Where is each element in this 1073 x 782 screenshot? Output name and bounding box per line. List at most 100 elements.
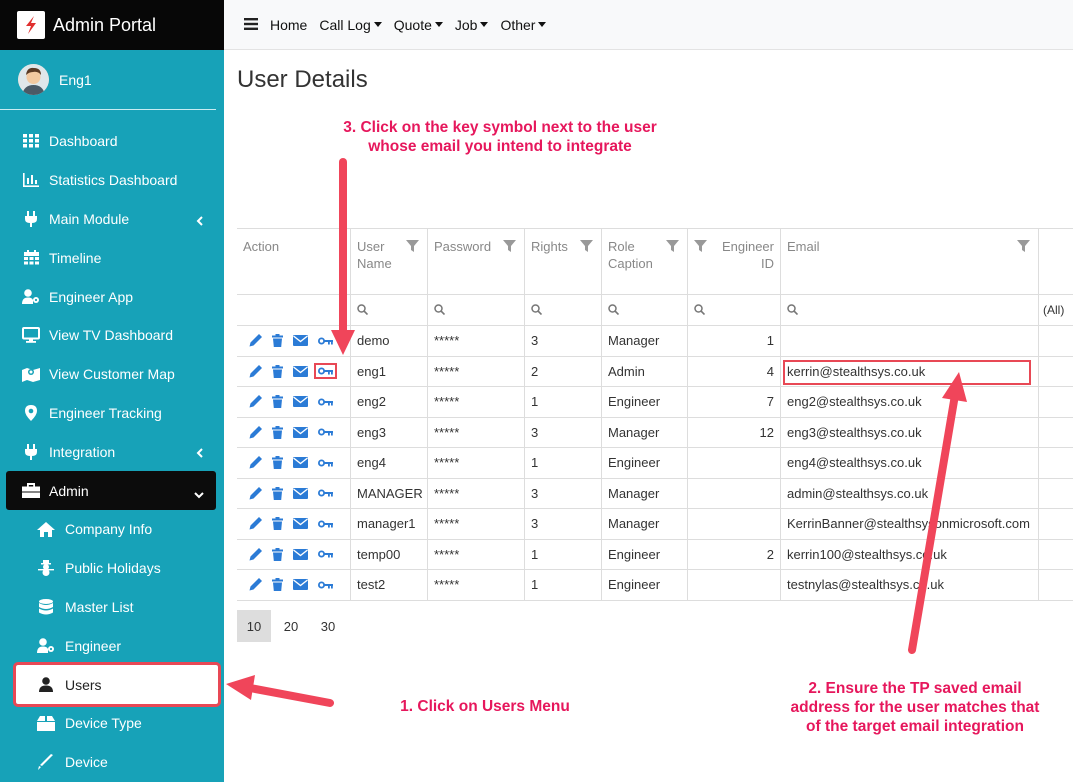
filter-email[interactable] — [781, 295, 1039, 325]
email-icon[interactable] — [293, 396, 308, 408]
email-icon[interactable] — [293, 335, 308, 347]
key-icon[interactable] — [318, 489, 333, 497]
nav-call-log[interactable]: Call Log — [319, 17, 382, 33]
delete-icon[interactable] — [272, 456, 283, 470]
key-icon[interactable] — [314, 363, 337, 380]
table-row[interactable]: manager1 ***** 3 Manager KerrinBanner@st… — [237, 509, 1073, 540]
header-engineer-id[interactable]: Engineer ID — [688, 229, 781, 294]
header-role-caption[interactable]: Role Caption — [602, 229, 688, 294]
sidebar-item-engineer[interactable]: Engineer — [0, 626, 224, 665]
filter-icon[interactable] — [1017, 239, 1030, 256]
edit-icon[interactable] — [249, 364, 262, 378]
key-icon[interactable] — [318, 581, 333, 589]
sidebar-item-engineer-tracking[interactable]: Engineer Tracking — [0, 394, 224, 433]
header-action: Action — [237, 229, 351, 294]
sidebar-item-view-customer-map[interactable]: View Customer Map — [0, 355, 224, 394]
header-password[interactable]: Password — [428, 229, 525, 294]
key-icon[interactable] — [318, 550, 333, 558]
header-user-name[interactable]: User Name — [351, 229, 428, 294]
table-row[interactable]: eng3 ***** 3 Manager 12 eng3@stealthsys.… — [237, 417, 1073, 448]
filter-all-label: (All) — [1043, 303, 1065, 317]
filter-password[interactable] — [428, 295, 525, 325]
sidebar-item-users[interactable]: Users — [13, 662, 221, 707]
filter-role-caption[interactable] — [602, 295, 688, 325]
sidebar-item-timeline[interactable]: Timeline — [0, 238, 224, 277]
sidebar-item-dashboard[interactable]: Dashboard — [0, 122, 224, 161]
cell-rights: 3 — [525, 326, 602, 356]
filter-icon[interactable] — [503, 239, 516, 256]
sidebar-item-device[interactable]: Device — [0, 743, 224, 782]
sidebar-nav: Dashboard Statistics Dashboard Main Modu… — [0, 110, 224, 782]
sidebar-item-view-tv-dashboard[interactable]: View TV Dashboard — [0, 316, 224, 355]
filter-icon[interactable] — [666, 239, 679, 256]
email-icon[interactable] — [293, 426, 308, 438]
nav-home[interactable]: Home — [270, 17, 307, 33]
email-icon[interactable] — [293, 365, 308, 377]
email-icon[interactable] — [293, 487, 308, 499]
hamburger-icon[interactable] — [244, 17, 258, 33]
sidebar-item-public-holidays[interactable]: Public Holidays — [0, 549, 224, 588]
email-icon[interactable] — [293, 457, 308, 469]
edit-icon[interactable] — [249, 456, 262, 469]
sidebar-item-engineer-app[interactable]: Engineer App — [0, 277, 224, 316]
sidebar-item-device-type[interactable]: Device Type — [0, 704, 224, 743]
delete-icon[interactable] — [272, 547, 283, 561]
delete-icon[interactable] — [272, 364, 283, 378]
key-icon[interactable] — [318, 428, 333, 436]
edit-icon[interactable] — [249, 395, 262, 408]
brand[interactable]: Admin Portal — [0, 0, 224, 50]
nav-other[interactable]: Other — [500, 17, 547, 33]
page-size-option[interactable]: 10 — [237, 610, 271, 642]
edit-icon[interactable] — [249, 547, 262, 561]
header-email[interactable]: Email — [781, 229, 1039, 294]
key-icon[interactable] — [318, 337, 333, 345]
edit-icon[interactable] — [249, 334, 262, 347]
email-icon[interactable] — [293, 548, 308, 560]
filter-all-select[interactable]: (All) — [1039, 295, 1073, 325]
key-icon[interactable] — [318, 459, 333, 467]
sidebar-item-statistics-dashboard[interactable]: Statistics Dashboard — [0, 161, 224, 200]
filter-icon[interactable] — [580, 239, 593, 256]
nav-job[interactable]: Job — [455, 17, 489, 33]
filter-icon[interactable] — [406, 239, 419, 256]
table-row[interactable]: temp00 ***** 1 Engineer 2 kerrin100@stea… — [237, 539, 1073, 570]
cell-role-caption: Manager — [602, 326, 688, 356]
sidebar-item-admin[interactable]: Admin — [6, 471, 216, 510]
cell-rights: 3 — [525, 478, 602, 508]
email-icon[interactable] — [293, 518, 308, 530]
delete-icon[interactable] — [272, 486, 283, 500]
sidebar-item-main-module[interactable]: Main Module — [0, 200, 224, 239]
annotation-step-1: 1. Click on Users Menu — [400, 698, 570, 715]
cell-password: ***** — [428, 356, 525, 386]
cell-engineer-id — [688, 478, 781, 508]
delete-icon[interactable] — [272, 334, 283, 348]
table-row[interactable]: eng4 ***** 1 Engineer eng4@stealthsys.co… — [237, 448, 1073, 479]
filter-engineer-id[interactable] — [688, 295, 781, 325]
key-icon[interactable] — [318, 398, 333, 406]
user-panel[interactable]: Eng1 — [0, 50, 216, 110]
sidebar-item-integration[interactable]: Integration — [0, 432, 224, 471]
delete-icon[interactable] — [272, 425, 283, 439]
delete-icon[interactable] — [272, 395, 283, 409]
edit-icon[interactable] — [249, 425, 262, 439]
delete-icon[interactable] — [272, 517, 283, 531]
nav-quote[interactable]: Quote — [394, 17, 443, 33]
table-row[interactable]: demo ***** 3 Manager 1 — [237, 326, 1073, 357]
edit-icon[interactable] — [249, 517, 262, 530]
edit-icon[interactable] — [249, 578, 262, 591]
table-row[interactable]: eng2 ***** 1 Engineer 7 eng2@stealthsys.… — [237, 387, 1073, 418]
email-icon[interactable] — [293, 579, 308, 591]
edit-icon[interactable] — [249, 486, 262, 500]
filter-user-name[interactable] — [351, 295, 428, 325]
key-icon[interactable] — [318, 520, 333, 528]
page-size-option[interactable]: 30 — [311, 610, 345, 642]
delete-icon[interactable] — [272, 578, 283, 592]
filter-rights[interactable] — [525, 295, 602, 325]
table-row[interactable]: MANAGER ***** 3 Manager admin@stealthsys… — [237, 478, 1073, 509]
table-row[interactable]: test2 ***** 1 Engineer testnylas@stealth… — [237, 570, 1073, 601]
header-rights[interactable]: Rights — [525, 229, 602, 294]
filter-icon[interactable] — [694, 239, 707, 256]
sidebar-item-company-info[interactable]: Company Info — [0, 510, 224, 549]
sidebar-item-master-list[interactable]: Master List — [0, 588, 224, 627]
page-size-option[interactable]: 20 — [274, 610, 308, 642]
